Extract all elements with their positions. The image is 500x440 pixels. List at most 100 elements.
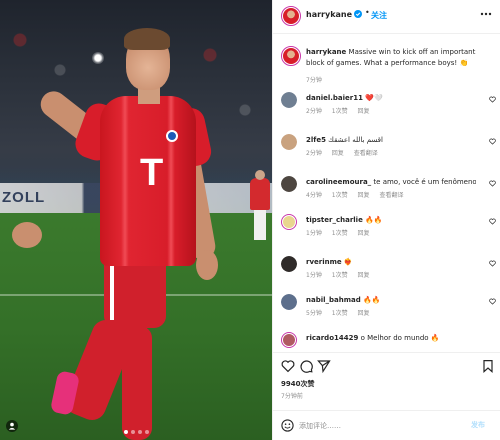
comment-input[interactable] [299, 418, 449, 434]
more-options-icon[interactable] [479, 10, 493, 18]
comment-item: tipster_charlie 🔥🔥 1分钟 1次赞 回复 [273, 214, 500, 252]
author-username[interactable]: harrykane [306, 10, 352, 19]
reply-button[interactable]: 回复 [358, 272, 370, 279]
caption-username[interactable]: harrykane [306, 48, 346, 56]
comments-list[interactable]: harrykane Massive win to kick off an imp… [273, 38, 500, 350]
player-right-leg [122, 326, 152, 440]
commenter-avatar[interactable] [281, 256, 297, 272]
comment-meta: 4分钟 1次赞 回复 查看翻译 [306, 190, 411, 199]
comment-item: 2lfe5 اقسم بالله اعشقك 2分钟 回复 查看翻译 [273, 134, 500, 172]
carousel-dots [124, 430, 149, 434]
player-right-hand [196, 250, 218, 280]
reply-button[interactable]: 回复 [358, 230, 370, 237]
comment-like-heart-icon[interactable] [489, 218, 496, 225]
comment-text: te amo, você é um fenômeno [373, 178, 476, 186]
commenter-avatar[interactable] [281, 214, 297, 230]
commenter-avatar[interactable] [281, 332, 297, 348]
player-hair [124, 28, 170, 50]
club-crest [166, 130, 178, 142]
reply-button[interactable]: 回复 [332, 150, 344, 157]
comment-time: 4分钟 [306, 192, 322, 199]
comment-likes-count[interactable]: 1次赞 [332, 108, 348, 115]
reply-button[interactable]: 回复 [358, 310, 370, 317]
caption-author-avatar[interactable] [281, 46, 301, 66]
comment-time: 2分钟 [306, 150, 322, 157]
comment-item: daniel.baier11 ❤️🤍 2分钟 1次赞 回复 [273, 92, 500, 130]
comment-like-heart-icon[interactable] [489, 298, 496, 305]
comment-time: 1分钟 [306, 230, 322, 237]
add-comment-bar: 发布 [273, 410, 500, 440]
verified-badge-icon [354, 10, 362, 18]
share-icon[interactable] [317, 359, 331, 373]
caption-meta: 7分钟 [306, 75, 330, 84]
comment-text: 🔥🔥 [363, 296, 381, 304]
post-comment-button[interactable]: 发布 [471, 420, 485, 430]
comment-like-heart-icon[interactable] [489, 180, 496, 187]
post-actions: 9940次赞 7分钟前 [273, 352, 500, 408]
carousel-dot [138, 430, 142, 434]
post-side-panel: harrykane • 关注 harrykane Massive win to … [272, 0, 500, 440]
caption-text-block: harrykane Massive win to kick off an imp… [306, 47, 492, 69]
likes-count[interactable]: 9940次赞 [281, 379, 314, 389]
comment-item: ricardo14429 o Melhor do mundo 🔥 [273, 332, 500, 350]
emoji-icon[interactable] [281, 419, 294, 432]
comment-meta: 2分钟 1次赞 回复 [306, 106, 378, 115]
comment-text: o Melhor do mundo 🔥 [360, 334, 440, 342]
follow-button[interactable]: 关注 [371, 10, 387, 21]
carousel-dot-active [124, 430, 128, 434]
post-photo[interactable]: ZOLL T [0, 0, 272, 440]
user-tag-icon[interactable] [6, 420, 18, 432]
caption-time: 7分钟 [306, 77, 322, 84]
comment-time: 1分钟 [306, 272, 322, 279]
player-left-hand [12, 222, 42, 248]
comment-username[interactable]: 2lfe5 [306, 136, 326, 144]
comment-text: ❤️🤍 [365, 94, 383, 102]
comment-likes-count[interactable]: 1次赞 [332, 310, 348, 317]
comment-username[interactable]: daniel.baier11 [306, 94, 363, 102]
comment-like-heart-icon[interactable] [489, 260, 496, 267]
comment-time: 2分钟 [306, 108, 322, 115]
comment-text-block: nabil_bahmad 🔥🔥 [306, 295, 476, 306]
heart-icon[interactable] [281, 359, 295, 373]
celebrating-player: T [0, 0, 272, 440]
comment-text-block: tipster_charlie 🔥🔥 [306, 215, 476, 226]
comment-like-heart-icon[interactable] [489, 96, 496, 103]
separator-dot: • [365, 8, 370, 17]
comment-meta: 1分钟 1次赞 回复 [306, 270, 378, 279]
shorts-stripe [110, 262, 114, 320]
comment-like-heart-icon[interactable] [489, 138, 496, 145]
comment-meta: 5分钟 1次赞 回复 [306, 308, 378, 317]
commenter-avatar[interactable] [281, 176, 297, 192]
commenter-avatar[interactable] [281, 134, 297, 150]
commenter-avatar[interactable] [281, 92, 297, 108]
author-avatar[interactable] [281, 6, 301, 26]
commenter-avatar[interactable] [281, 294, 297, 310]
comment-time: 5分钟 [306, 310, 322, 317]
reply-button[interactable]: 回复 [358, 192, 370, 199]
comment-text: 🔥🔥 [365, 216, 383, 224]
comment-text-block: 2lfe5 اقسم بالله اعشقك [306, 135, 476, 146]
carousel-dot [131, 430, 135, 434]
post-header: harrykane • 关注 [273, 0, 500, 34]
see-translation-button[interactable]: 查看翻译 [354, 150, 378, 157]
comment-likes-count[interactable]: 1次赞 [332, 192, 348, 199]
comment-likes-count[interactable]: 1次赞 [332, 230, 348, 237]
reply-button[interactable]: 回复 [358, 108, 370, 115]
comment-likes-count[interactable]: 1次赞 [332, 272, 348, 279]
post-caption: harrykane Massive win to kick off an imp… [273, 42, 500, 86]
comment-username[interactable]: carolineemoura_ [306, 178, 371, 186]
comment-icon[interactable] [299, 359, 313, 373]
comment-username[interactable]: ricardo14429 [306, 334, 358, 342]
comment-username[interactable]: nabil_bahmad [306, 296, 361, 304]
comment-text-block: rverinme ❤️‍🔥 [306, 257, 476, 268]
see-translation-button[interactable]: 查看翻译 [379, 192, 403, 199]
comment-username[interactable]: rverinme [306, 258, 342, 266]
comment-username[interactable]: tipster_charlie [306, 216, 363, 224]
bookmark-icon[interactable] [481, 359, 495, 373]
comment-text-block: carolineemoura_ te amo, você é um fenôme… [306, 177, 476, 188]
comment-text: ❤️‍🔥 [343, 258, 353, 266]
comment-meta: 2分钟 回复 查看翻译 [306, 148, 386, 157]
comment-item: carolineemoura_ te amo, você é um fenôme… [273, 176, 500, 214]
comment-text: اقسم بالله اعشقك [328, 136, 383, 144]
comment-meta: 1分钟 1次赞 回复 [306, 228, 378, 237]
